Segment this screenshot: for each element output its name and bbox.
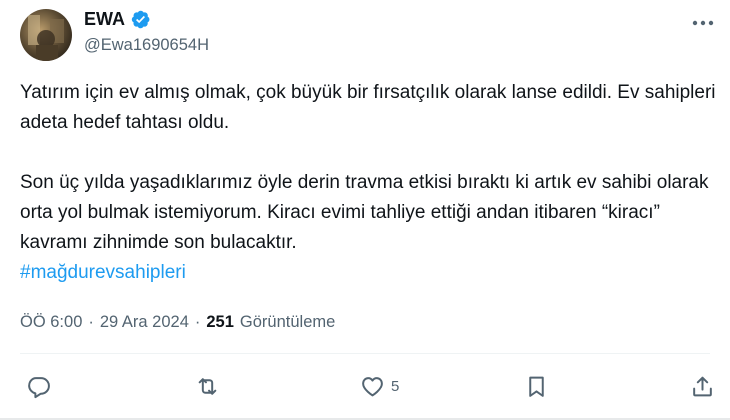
author-handle[interactable]: @Ewa1690654H xyxy=(84,36,209,55)
verified-badge-icon xyxy=(130,9,151,30)
tweet-time[interactable]: ÖÖ 6:00 xyxy=(20,313,82,332)
author-name-row[interactable]: EWA xyxy=(84,9,151,30)
tweet-text: Yatırım için ev almış olmak, çok büyük b… xyxy=(20,78,720,288)
divider xyxy=(20,353,710,354)
more-options-button[interactable] xyxy=(686,12,720,34)
share-button[interactable] xyxy=(690,368,721,404)
bookmark-icon xyxy=(529,376,544,397)
tweet-paragraph-2: Son üç yılda yaşadıklarımız öyle derin t… xyxy=(20,172,709,253)
hashtag-link[interactable]: #mağdurevsahipleri xyxy=(20,262,186,283)
author-display-name[interactable]: EWA xyxy=(84,9,125,30)
reply-button[interactable] xyxy=(26,368,57,404)
tweet-meta: ÖÖ 6:00 · 29 Ara 2024 · 251 Görüntüleme xyxy=(20,313,335,332)
meta-separator: · xyxy=(88,313,94,331)
like-button[interactable]: 5 xyxy=(360,368,399,404)
avatar[interactable] xyxy=(20,9,72,61)
share-icon xyxy=(693,376,712,396)
tweet-date[interactable]: 29 Ara 2024 xyxy=(100,313,189,332)
more-dots-icon xyxy=(692,20,714,26)
meta-separator: · xyxy=(194,313,201,331)
tweet-paragraph-1: Yatırım için ev almış olmak, çok büyük b… xyxy=(20,82,716,133)
bookmark-button[interactable] xyxy=(524,368,555,404)
reply-icon xyxy=(28,376,50,398)
avatar-image xyxy=(20,9,72,61)
retweet-icon xyxy=(198,377,217,395)
views-label: Görüntüleme xyxy=(239,313,336,331)
retweet-button[interactable] xyxy=(195,368,226,404)
views-count: 251 xyxy=(206,313,234,331)
action-bar: 5 xyxy=(0,368,730,404)
like-count: 5 xyxy=(391,377,400,395)
heart-icon xyxy=(362,376,383,396)
